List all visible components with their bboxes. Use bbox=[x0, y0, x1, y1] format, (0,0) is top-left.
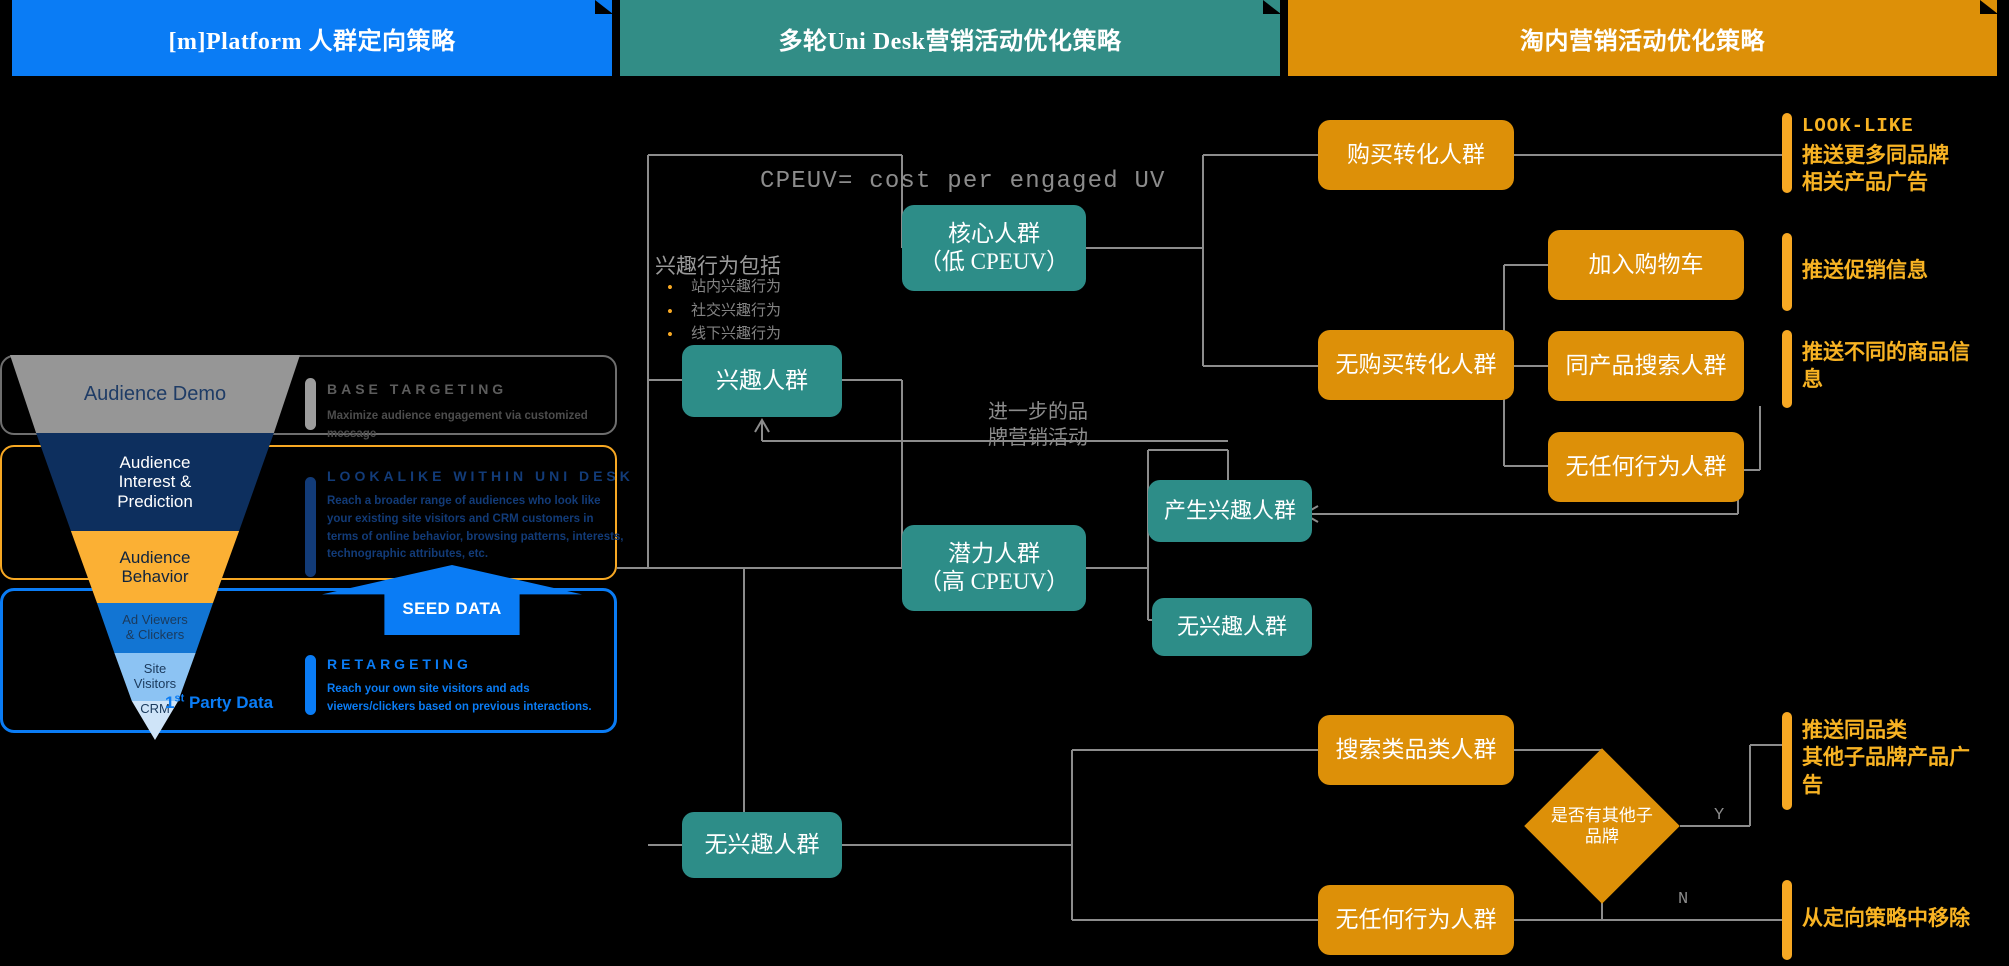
annotation-pill-same-category bbox=[1782, 712, 1792, 810]
node-no-behavior-lower-label: 无任何行为人群 bbox=[1335, 907, 1497, 933]
annotation-pill-remove-targeting bbox=[1782, 880, 1792, 960]
node-no-behavior-lower[interactable]: 无任何行为人群 bbox=[1318, 885, 1514, 955]
node-no-interest-lower[interactable]: 无兴趣人群 bbox=[682, 812, 842, 878]
annotation-title-look-like: LOOK-LIKE bbox=[1802, 115, 1914, 137]
annotation-pill-look-like bbox=[1782, 113, 1792, 193]
lookalike-pill bbox=[305, 477, 316, 577]
funnel-segment-behavior-label: Audience Behavior bbox=[119, 547, 191, 586]
brand-campaign-note: 进一步的品 牌营销活动 bbox=[988, 401, 1088, 449]
node-generated-interest[interactable]: 产生兴趣人群 bbox=[1148, 480, 1312, 542]
list-item: 社交兴趣行为 bbox=[655, 299, 781, 326]
funnel-graphic: Audience Demo Audience Interest & Predicti… bbox=[10, 355, 300, 740]
interest-behavior-list: 站内兴趣行为 社交兴趣行为 线下兴趣行为 bbox=[655, 275, 781, 349]
base-targeting-body: Maximize audience engagement via customi… bbox=[327, 410, 588, 440]
node-no-interest-lower-label: 无兴趣人群 bbox=[704, 832, 820, 858]
annotation-pill-different-products bbox=[1782, 330, 1792, 408]
annotation-body-same-category: 推送同品类 其他子品牌产品广告 bbox=[1802, 718, 1970, 797]
node-category-search-label: 搜索类品类人群 bbox=[1335, 737, 1497, 763]
node-no-behavior-upper-label: 无任何行为人群 bbox=[1565, 454, 1727, 480]
base-targeting-title: BASE TARGETING bbox=[327, 381, 508, 397]
branch-label-no: N bbox=[1678, 890, 1689, 909]
base-targeting-pill bbox=[305, 378, 316, 430]
funnel-segment-adviewers-label: Ad Viewers & Clickers bbox=[122, 612, 188, 642]
node-add-to-cart-label: 加入购物车 bbox=[1588, 252, 1704, 278]
cpeuv-definition: CPEUV= cost per engaged UV bbox=[760, 168, 1166, 195]
first-party-data-label: 1st Party Data bbox=[165, 692, 273, 713]
funnel-segment-interest-label: Audience Interest & Prediction bbox=[117, 453, 193, 511]
seed-data-label: SEED DATA bbox=[402, 599, 502, 618]
list-item: 线下兴趣行为 bbox=[655, 322, 781, 349]
node-interest-audience[interactable]: 兴趣人群 bbox=[682, 345, 842, 417]
annotation-body-different-products: 推送不同的商品信息 bbox=[1802, 340, 1970, 392]
retargeting-title: RETARGETING bbox=[327, 656, 472, 672]
diagram-canvas: [m]Platform 人群定向策略 多轮Uni Desk营销活动优化策略 淘内… bbox=[0, 0, 2009, 966]
annotation-body-look-like: 推送更多同品牌 相关产品广告 bbox=[1802, 143, 1949, 195]
annotation-body-promo-info: 推送促销信息 bbox=[1802, 258, 1928, 282]
annotation-body-remove-targeting: 从定向策略中移除 bbox=[1802, 906, 1970, 930]
node-purchase-converted-label: 购买转化人群 bbox=[1347, 142, 1485, 168]
lookalike-title: LOOKALIKE WITHIN UNI DESK bbox=[327, 468, 634, 484]
node-no-behavior-upper[interactable]: 无任何行为人群 bbox=[1548, 432, 1744, 502]
first-party-data-text: 1st Party Data bbox=[165, 692, 274, 712]
branch-label-yes: Y bbox=[1714, 806, 1725, 825]
funnel-segment-demo: Audience Demo bbox=[10, 355, 300, 433]
node-potential-audience[interactable]: 潜力人群 （高 CPEUV） bbox=[902, 525, 1086, 611]
node-category-search[interactable]: 搜索类品类人群 bbox=[1318, 715, 1514, 785]
node-potential-audience-label: 潜力人群 （高 CPEUV） bbox=[918, 541, 1070, 594]
retargeting-pill bbox=[305, 655, 316, 715]
retargeting-body: Reach your own site visitors and ads vie… bbox=[327, 683, 592, 713]
node-same-product-search[interactable]: 同产品搜索人群 bbox=[1548, 331, 1744, 401]
banner-taonei-label: 淘内营销活动优化策略 bbox=[1520, 28, 1765, 55]
banner-unidesk-label: 多轮Uni Desk营销活动优化策略 bbox=[778, 28, 1122, 55]
funnel-segment-interest: Audience Interest & Prediction bbox=[36, 433, 274, 531]
node-core-audience-label: 核心人群 （低 CPEUV） bbox=[918, 221, 1070, 274]
decision-other-subbrand-label: 是否有其他子 品牌 bbox=[1551, 805, 1653, 846]
funnel-segment-demo-label: Audience Demo bbox=[83, 382, 227, 405]
annotation-pill-promo-info bbox=[1782, 233, 1792, 311]
funnel-segment-sitevisitors-label: Site Visitors bbox=[133, 661, 177, 691]
list-item: 站内兴趣行为 bbox=[655, 275, 781, 302]
node-no-purchase-converted[interactable]: 无购买转化人群 bbox=[1318, 330, 1514, 400]
node-core-audience[interactable]: 核心人群 （低 CPEUV） bbox=[902, 205, 1086, 291]
node-purchase-converted[interactable]: 购买转化人群 bbox=[1318, 120, 1514, 190]
node-same-product-search-label: 同产品搜索人群 bbox=[1565, 353, 1727, 379]
node-interest-audience-label: 兴趣人群 bbox=[716, 368, 808, 394]
funnel-segment-behavior: Audience Behavior bbox=[70, 531, 240, 603]
node-no-interest-upper[interactable]: 无兴趣人群 bbox=[1152, 598, 1312, 656]
funnel-segment-adviewers: Ad Viewers & Clickers bbox=[97, 603, 213, 653]
lookalike-body: Reach a broader range of audiences who l… bbox=[327, 495, 624, 561]
node-generated-interest-label: 产生兴趣人群 bbox=[1163, 497, 1296, 523]
node-no-purchase-converted-label: 无购买转化人群 bbox=[1335, 352, 1497, 378]
node-no-interest-upper-label: 无兴趣人群 bbox=[1176, 613, 1287, 639]
node-add-to-cart[interactable]: 加入购物车 bbox=[1548, 230, 1744, 300]
banner-platform-label: [m]Platform 人群定向策略 bbox=[168, 28, 456, 55]
